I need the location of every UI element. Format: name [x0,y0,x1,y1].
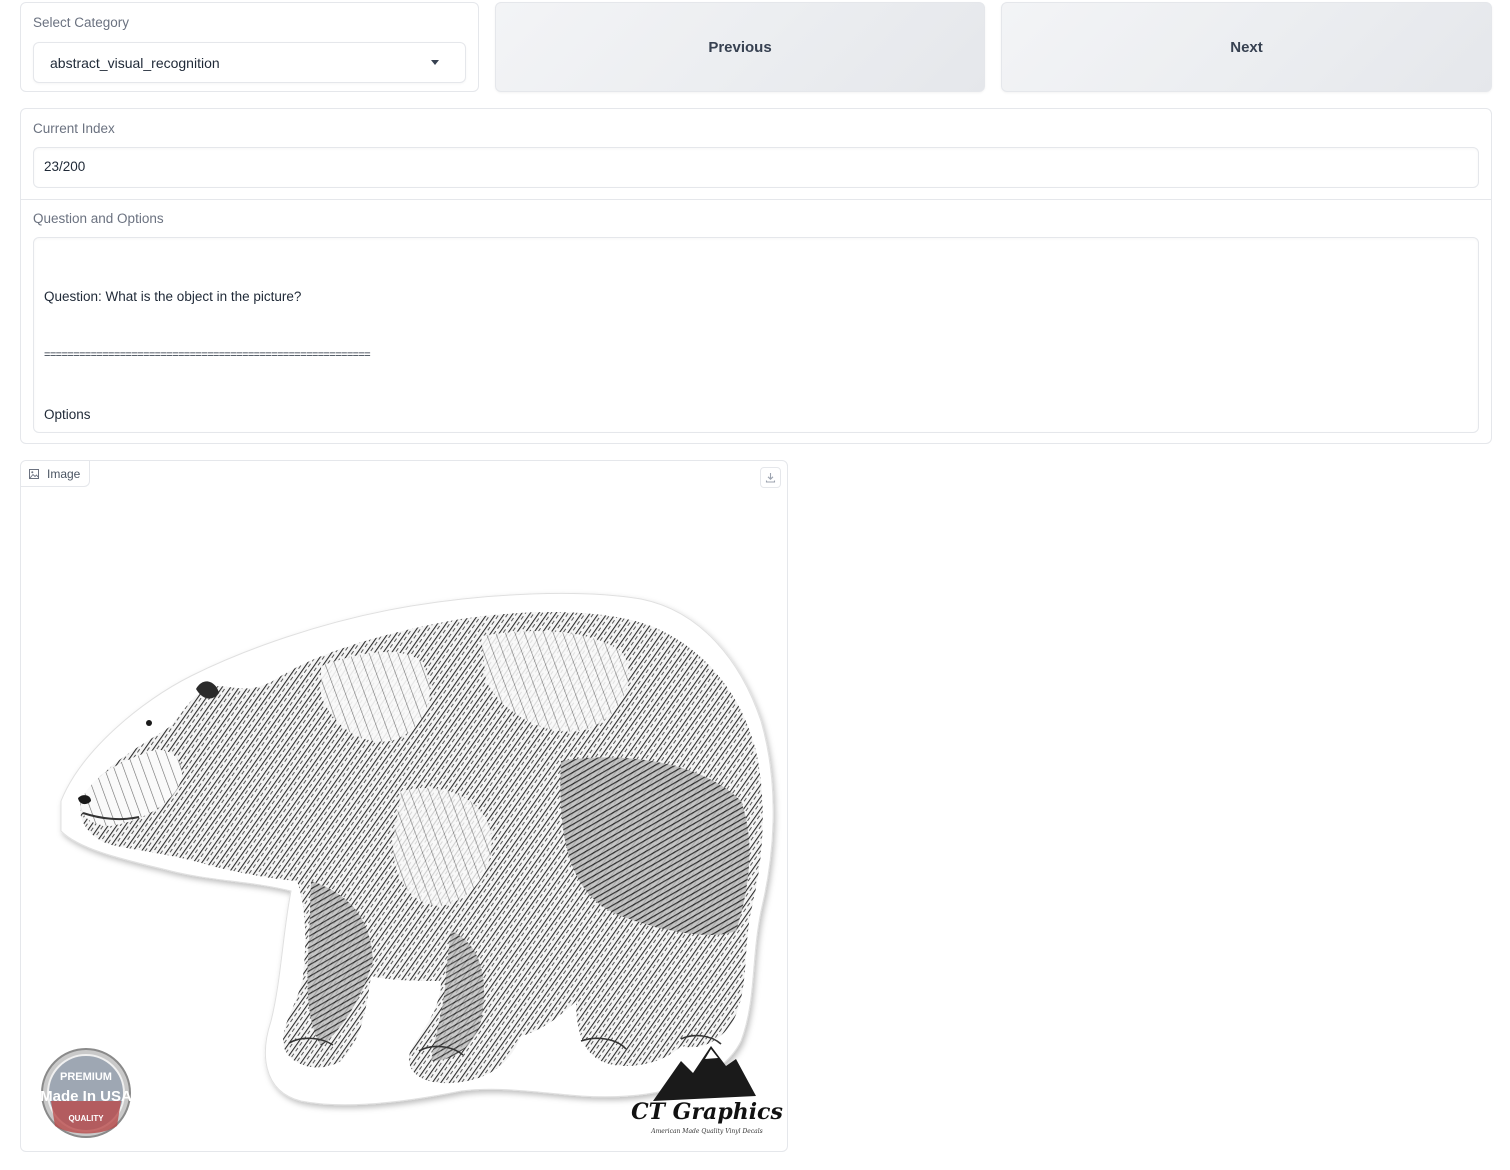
chevron-down-icon [431,60,439,65]
badge-text-quality: QUALITY [68,1114,104,1123]
separator-line: ========================================… [44,348,371,361]
badge-text-made-in-usa: Made In USA [40,1088,132,1105]
logo-tagline: American Made Quality Vinyl Decals [650,1128,763,1135]
download-button[interactable] [760,467,781,488]
category-selected-value: abstract_visual_recognition [50,55,220,71]
category-label: Select Category [33,15,130,30]
divider [21,199,1491,200]
made-in-usa-badge: PREMIUM Made In USA QUALITY [40,1048,132,1138]
logo-wordmark: CT Graphics [631,1099,783,1125]
previous-button[interactable]: Previous [495,2,985,92]
image-tag-label: Image [47,466,81,481]
download-icon [765,473,776,483]
image-tag: Image [21,461,91,487]
category-panel: Select Category abstract_visual_recognit… [20,2,479,92]
options-heading: Options [44,406,91,422]
image-panel: PREMIUM Made In USA QUALITY CT Graphics … [20,460,788,1152]
category-dropdown[interactable]: abstract_visual_recognition [33,42,466,83]
current-index-field[interactable]: 23/200 [33,147,1479,188]
current-index-label: Current Index [33,121,115,136]
question-options-label: Question and Options [33,211,164,226]
image-icon [29,468,39,479]
question-options-field[interactable]: Question: What is the object in the pict… [33,237,1479,774]
bear-sticker-image: PREMIUM Made In USA QUALITY CT Graphics … [40,592,783,1138]
question-text: Question: What is the object in the pict… [44,289,302,305]
badge-text-premium: PREMIUM [60,1071,112,1083]
next-button[interactable]: Next [1001,2,1492,92]
info-panel: Current Index 23/200 Question and Option… [20,108,1492,774]
